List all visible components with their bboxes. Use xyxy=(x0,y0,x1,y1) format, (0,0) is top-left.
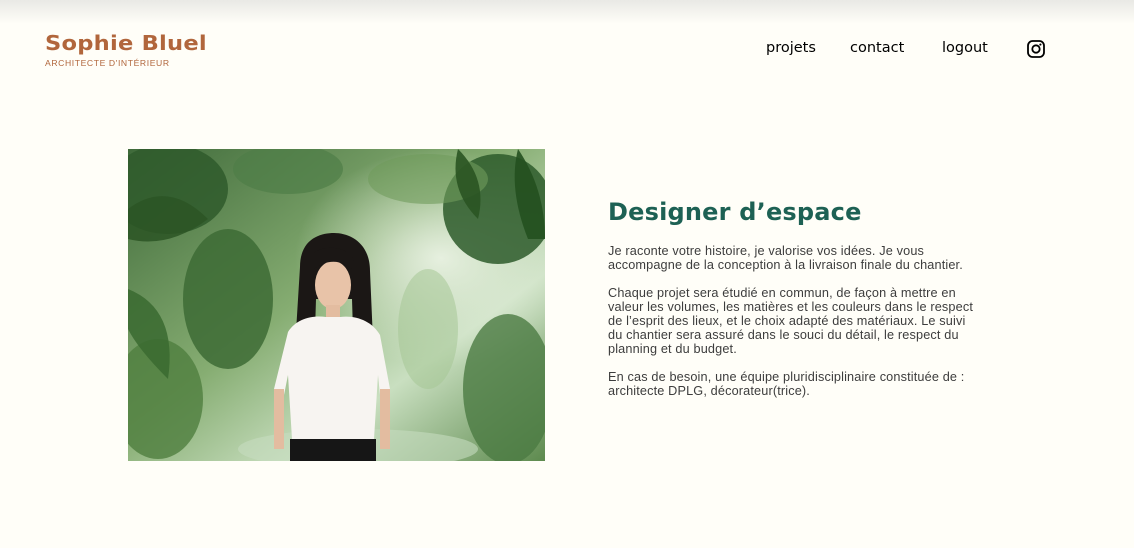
instagram-icon[interactable] xyxy=(1027,40,1045,58)
introduction-title: Designer d’espace xyxy=(608,198,862,226)
introduction-paragraph-2: Chaque projet sera étudié en commun, de … xyxy=(608,286,974,356)
portrait-photo xyxy=(128,149,545,461)
introduction-text: Designer d’espace Je raconte votre histo… xyxy=(608,198,978,412)
nav-link-logout[interactable]: logout xyxy=(942,40,988,56)
nav-link-contact[interactable]: contact xyxy=(850,40,904,56)
introduction-paragraph-1: Je raconte votre histoire, je valorise v… xyxy=(608,244,963,272)
main-nav: projets contact logout xyxy=(0,40,1134,60)
introduction-paragraph-3: En cas de besoin, une équipe pluridiscip… xyxy=(608,370,965,398)
nav-link-projets[interactable]: projets xyxy=(766,40,816,56)
site-header: Sophie Bluel ARCHITECTE D'INTÉRIEUR proj… xyxy=(0,0,1134,90)
